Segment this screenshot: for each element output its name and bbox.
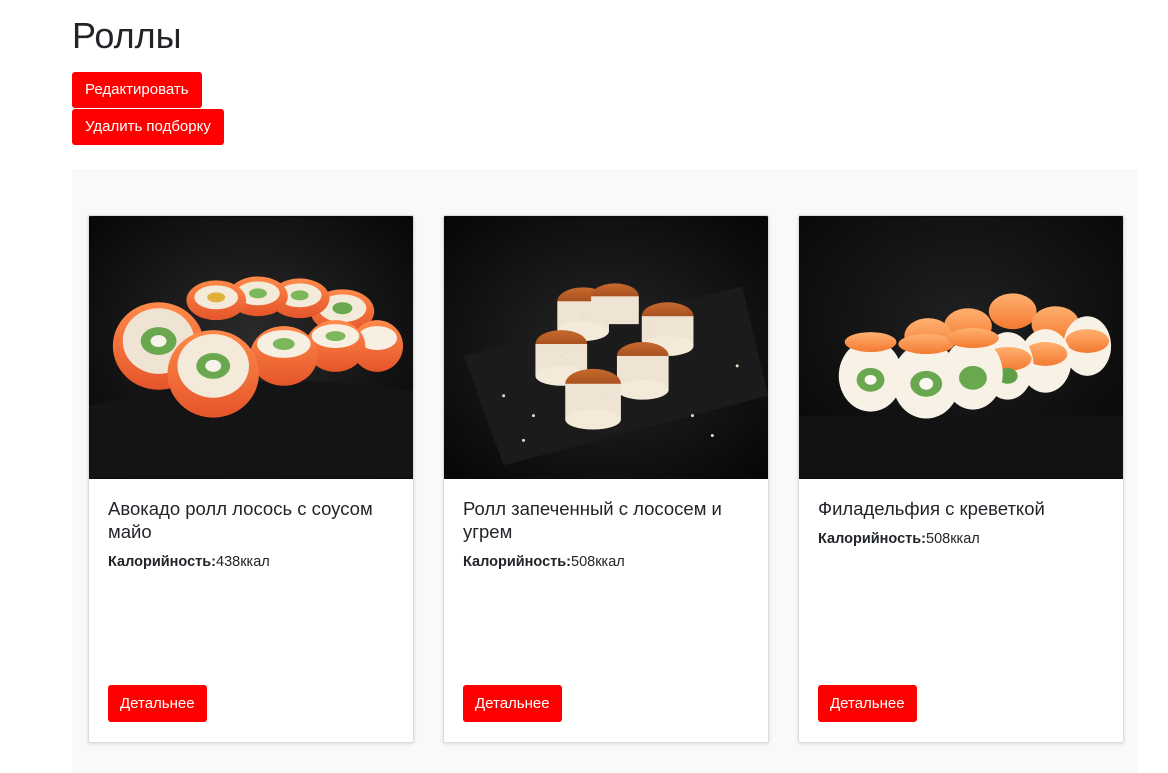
product-calories: Калорийность:508ккал [463,552,749,572]
product-card: Авокадо ролл лосось с соусом майо Калори… [88,215,414,743]
edit-button[interactable]: Редактировать [72,72,202,108]
details-button[interactable]: Детальнее [463,685,562,722]
details-button[interactable]: Детальнее [818,685,917,722]
delete-collection-button[interactable]: Удалить подборку [72,109,224,145]
product-calories: Калорийность:508ккал [818,529,1104,549]
product-calories: Калорийность:438ккал [108,552,394,572]
product-name: Филадельфия с креветкой [818,498,1045,519]
product-card: Филадельфия с креветкой Калорийность:508… [798,215,1124,743]
collection-panel: Авокадо ролл лосось с соусом майо Калори… [72,169,1138,773]
page-title: Роллы [72,15,182,56]
details-button[interactable]: Детальнее [108,685,207,722]
product-name: Авокадо ролл лосось с соусом майо [108,498,373,542]
product-card: Ролл запеченный с лососем и угрем Калори… [443,215,769,743]
calories-label: Калорийность: [818,531,926,547]
calories-label: Калорийность: [108,554,216,570]
calories-value: 508ккал [926,531,980,547]
card-body: Филадельфия с креветкой Калорийность:508… [799,479,1123,742]
product-image [799,216,1123,479]
product-image [89,216,413,479]
product-name: Ролл запеченный с лососем и угрем [463,498,722,542]
calories-value: 438ккал [216,554,270,570]
calories-value: 508ккал [571,554,625,570]
card-body: Авокадо ролл лосось с соусом майо Калори… [89,479,413,742]
calories-label: Калорийность: [463,554,571,570]
card-body: Ролл запеченный с лососем и угрем Калори… [444,479,768,742]
product-image [444,216,768,479]
